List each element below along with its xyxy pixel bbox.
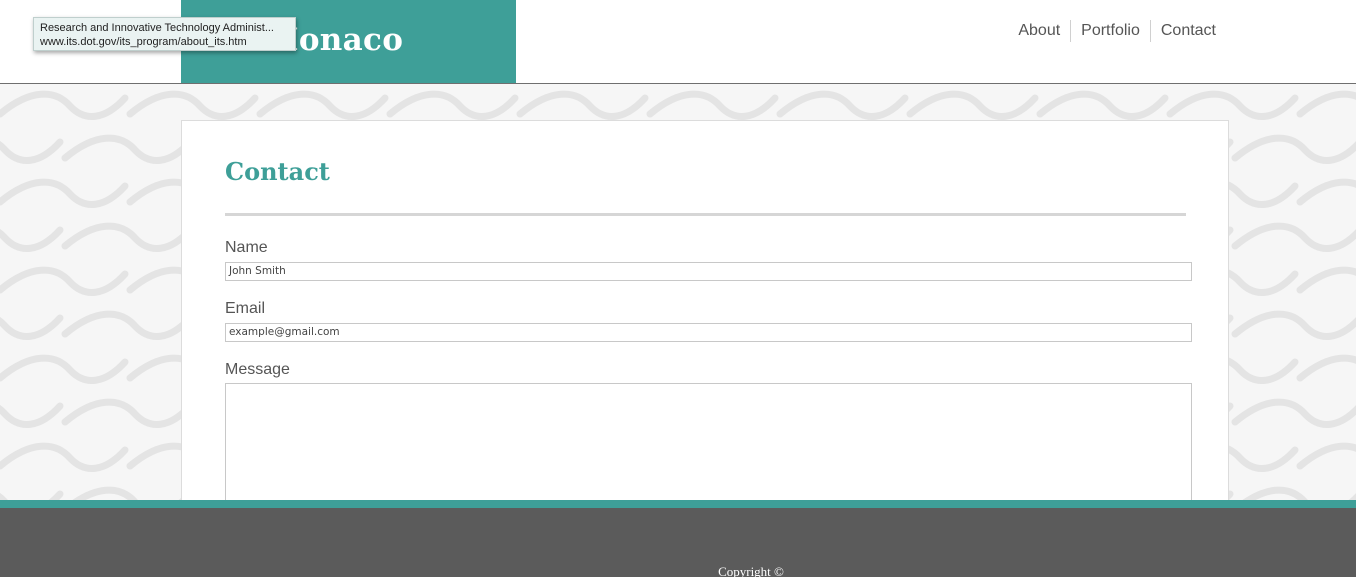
name-input[interactable]: John Smith: [225, 262, 1192, 281]
wave-stroke: [386, 90, 519, 120]
nav-portfolio-link[interactable]: Portfolio: [1070, 20, 1150, 42]
wave-stroke: [1231, 398, 1356, 428]
wave-stroke: [1231, 222, 1356, 252]
wave-stroke: [1242, 486, 1356, 500]
wave-stroke: [1296, 354, 1356, 382]
nav-about-link[interactable]: About: [1008, 20, 1070, 42]
wave-stroke: [516, 90, 649, 120]
wave-stroke: [0, 178, 129, 208]
wave-stroke: [1296, 90, 1356, 118]
wave-stroke: [126, 90, 259, 120]
wave-stroke: [61, 134, 194, 164]
title-divider: [225, 213, 1186, 216]
wave-stroke: [0, 226, 64, 252]
page-title: Contact: [225, 157, 330, 186]
wave-stroke: [61, 222, 194, 252]
wave-stroke: [906, 90, 1039, 120]
wave-stroke: [0, 138, 64, 164]
contact-card: Contact Name John Smith Email example@gm…: [181, 120, 1229, 513]
message-textarea[interactable]: [225, 383, 1192, 513]
wave-stroke: [0, 90, 129, 120]
site-footer: Copyright ©: [0, 508, 1356, 577]
wave-stroke: [61, 310, 194, 340]
message-label: Message: [225, 361, 290, 378]
wave-stroke: [1296, 178, 1356, 206]
footer-accent-stripe: [0, 500, 1356, 508]
wave-stroke: [0, 442, 129, 472]
name-label: Name: [225, 239, 268, 256]
wave-stroke: [0, 314, 64, 340]
nav-contact-link[interactable]: Contact: [1149, 20, 1226, 42]
wave-stroke: [61, 398, 194, 428]
wave-stroke: [1166, 90, 1299, 120]
wave-stroke: [0, 402, 64, 428]
wave-stroke: [1231, 134, 1356, 164]
wave-stroke: [0, 354, 129, 384]
wave-stroke: [1036, 90, 1169, 120]
wave-stroke: [1296, 266, 1356, 294]
wave-stroke: [0, 266, 129, 296]
wave-stroke: [646, 90, 779, 120]
link-tooltip: Research and Innovative Technology Admin…: [33, 17, 296, 51]
wave-stroke: [256, 90, 389, 120]
tooltip-title: Research and Innovative Technology Admin…: [40, 22, 274, 34]
wave-stroke: [72, 486, 194, 500]
email-input[interactable]: example@gmail.com: [225, 323, 1192, 342]
wave-stroke: [776, 90, 909, 120]
wave-stroke: [1231, 310, 1356, 340]
main-nav: About Portfolio Contact: [1008, 20, 1226, 42]
email-label: Email: [225, 300, 266, 317]
wave-stroke: [0, 490, 64, 500]
copyright-text: Copyright ©: [718, 564, 784, 577]
tooltip-url: www.its.dot.gov/its_program/about_its.ht…: [40, 36, 247, 48]
wave-stroke: [1296, 442, 1356, 470]
